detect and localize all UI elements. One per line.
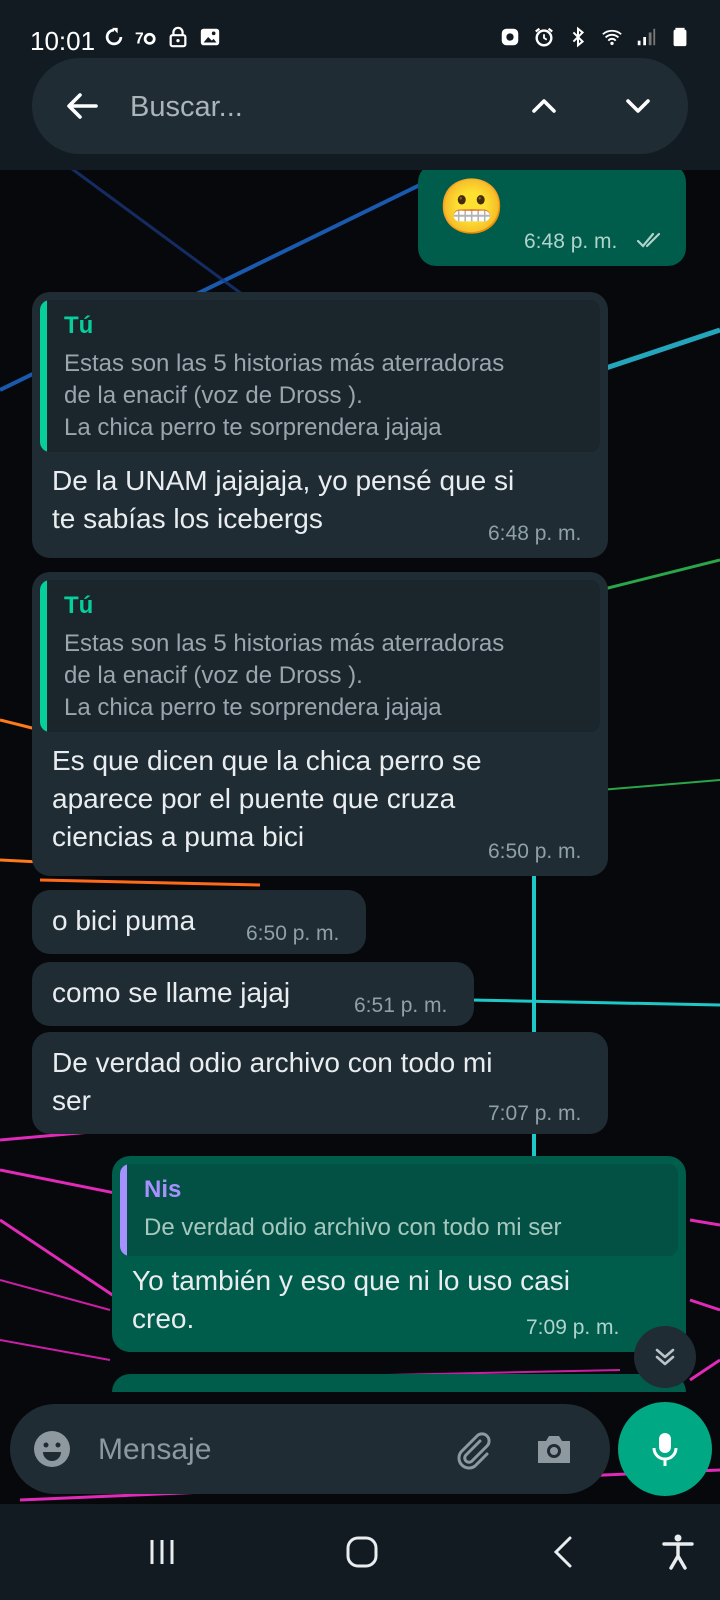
emoji-icon[interactable] [32,1429,72,1469]
vpn-icon [498,24,522,50]
message-list[interactable]: 😬 6:48 p. m. Tú Estas son las 5 historia… [0,170,720,1392]
message-text: Yo también y eso que ni lo uso casi creo… [132,1265,570,1334]
quote-author: Tú [64,312,94,339]
message-bubble-incoming[interactable]: como se llame jajaj 6:51 p. m. [32,962,474,1026]
message-bubble-incoming[interactable]: o bici puma 6:50 p. m. [32,890,366,954]
wifi-icon [600,24,624,50]
message-text: De la UNAM jajajaja, yo pensé que si te … [52,465,515,534]
status-time: 10:01 [30,26,96,56]
back-arrow-icon[interactable] [62,86,102,126]
message-time: 6:48 p. m. [488,522,582,545]
accessibility-icon[interactable] [654,1528,702,1576]
message-bubble-incoming[interactable]: Tú Estas son las 5 historias más aterrad… [32,572,608,876]
camera-icon[interactable] [532,1427,576,1471]
message-bubble-incoming[interactable]: De verdad odio archivo con todo mi ser 7… [32,1032,608,1134]
bluetooth-icon [566,24,590,50]
message-time: 6:50 p. m. [488,840,582,863]
recent-apps-icon[interactable] [138,1528,186,1576]
seventy-icon: 7 [134,24,158,50]
quoted-message[interactable]: Tú Estas son las 5 historias más aterrad… [40,580,600,732]
quote-author: Tú [64,592,94,619]
quote-text: Estas son las 5 historias más aterradora… [64,350,505,441]
quote-text: De verdad odio archivo con todo mi ser [144,1214,562,1241]
message-time: 6:48 p. m. [524,230,618,253]
message-text: como se llame jajaj [52,977,291,1008]
search-input[interactable] [128,80,472,134]
system-navigation-bar [0,1504,720,1600]
chevron-up-icon[interactable] [524,86,564,126]
home-icon[interactable] [338,1528,386,1576]
search-bar [32,58,688,154]
double-chevron-down-icon [655,1348,675,1366]
message-bubble-outgoing[interactable] [112,1374,686,1392]
scroll-to-bottom-button[interactable] [634,1326,696,1388]
message-bubble-incoming[interactable]: Tú Estas son las 5 historias más aterrad… [32,292,608,558]
back-nav-icon[interactable] [540,1528,588,1576]
signal-icon [634,24,658,50]
svg-text:7: 7 [135,30,144,47]
double-check-icon [636,232,661,248]
quoted-message[interactable]: Tú Estas son las 5 historias más aterrad… [40,300,600,452]
battery-icon [668,24,692,50]
message-bubble-outgoing[interactable]: 😬 6:48 p. m. [418,170,686,266]
paperclip-icon[interactable] [450,1427,494,1471]
message-bubble-outgoing[interactable]: Nis De verdad odio archivo con todo mi s… [112,1156,686,1352]
message-input[interactable] [96,1424,420,1476]
microphone-icon [652,1433,678,1466]
message-text: o bici puma [52,905,196,936]
message-composer [10,1404,610,1494]
message-time: 6:51 p. m. [354,994,448,1017]
quote-author: Nis [144,1176,182,1203]
microphone-button[interactable] [618,1402,712,1496]
sync-icon [102,24,126,50]
message-text: Es que dicen que la chica perro se apare… [52,745,482,852]
gallery-icon [198,24,222,50]
message-time: 6:50 p. m. [246,922,340,945]
grimacing-emoji: 😬 [438,177,506,237]
message-time: 7:09 p. m. [526,1316,620,1339]
chevron-down-icon[interactable] [618,86,658,126]
alarm-icon [532,24,556,50]
message-text: De verdad odio archivo con todo mi ser [52,1047,493,1116]
quote-text: Estas son las 5 historias más aterradora… [64,630,505,721]
quoted-message[interactable]: Nis De verdad odio archivo con todo mi s… [120,1164,678,1256]
lock-icon [166,24,190,50]
message-time: 7:07 p. m. [488,1102,582,1125]
